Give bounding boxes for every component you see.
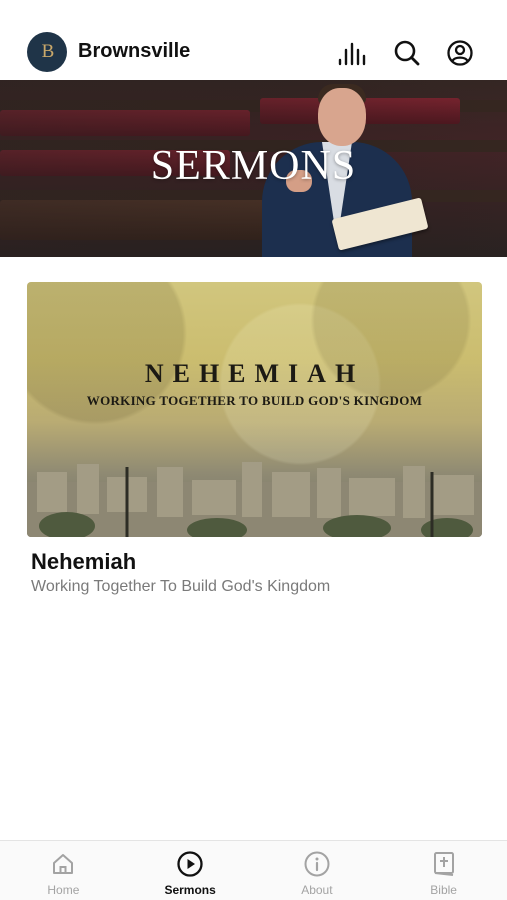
- search-icon[interactable]: [392, 38, 422, 68]
- app-header: B Brownsville: [0, 0, 507, 80]
- hero-title: SERMONS: [150, 143, 357, 189]
- tab-about[interactable]: About: [254, 841, 381, 900]
- tab-bible[interactable]: Bible: [380, 841, 507, 900]
- sermons-hero-banner: SERMONS: [0, 80, 507, 257]
- logo-text: B: [41, 41, 55, 62]
- church-logo[interactable]: B: [27, 32, 67, 72]
- tab-label-home: Home: [47, 883, 80, 897]
- play-circle-icon: [177, 851, 203, 877]
- info-circle-icon: [304, 851, 330, 877]
- tab-label-sermons: Sermons: [164, 883, 216, 897]
- series-artwork[interactable]: NEHEMIAH WORKING TOGETHER TO BUILD GOD'S…: [27, 282, 482, 537]
- city-skyline: [27, 462, 482, 537]
- series-artwork-title: NEHEMIAH: [144, 359, 365, 388]
- sermon-series-card[interactable]: NEHEMIAH WORKING TOGETHER TO BUILD GOD'S…: [27, 282, 482, 602]
- bottom-tab-bar: Home Sermons About Bible: [0, 840, 507, 900]
- audio-bars-icon[interactable]: [337, 38, 367, 68]
- bible-icon: [431, 851, 457, 877]
- home-icon: [50, 851, 76, 877]
- tab-label-about: About: [301, 883, 333, 897]
- account-icon[interactable]: [445, 38, 475, 68]
- series-title[interactable]: Nehemiah: [31, 549, 136, 575]
- app-title: Brownsville: [78, 40, 191, 62]
- series-artwork-subtitle: WORKING TOGETHER TO BUILD GOD'S KINGDOM: [86, 393, 423, 408]
- tab-home[interactable]: Home: [0, 841, 127, 900]
- tab-label-bible: Bible: [430, 883, 457, 897]
- tab-sermons[interactable]: Sermons: [127, 841, 254, 900]
- series-subtitle: Working Together To Build God's Kingdom: [31, 578, 331, 595]
